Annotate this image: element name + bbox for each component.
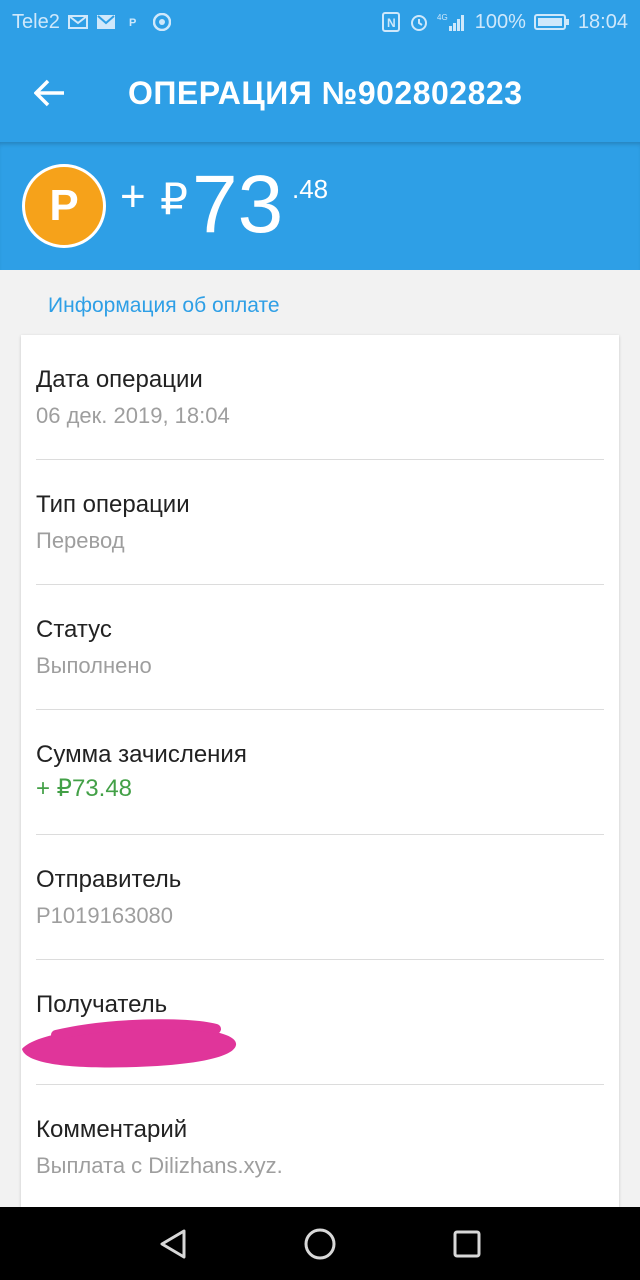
circle-home-icon xyxy=(304,1228,336,1259)
back-button[interactable] xyxy=(20,63,80,123)
svg-text:4G: 4G xyxy=(437,13,448,22)
svg-text:P: P xyxy=(129,17,136,29)
detail-row-sender: Отправитель P1019163080 xyxy=(36,835,604,960)
detail-row-comment: Комментарий Выплата с Dilizhans.xyz. xyxy=(36,1085,604,1210)
battery-icon xyxy=(533,14,570,30)
nav-home-button[interactable] xyxy=(290,1214,350,1274)
detail-row-type: Тип операции Перевод xyxy=(36,460,604,585)
triangle-back-icon xyxy=(160,1229,186,1258)
row-value: Перевод xyxy=(36,528,125,553)
detail-row-status: Статус Выполнено xyxy=(36,585,604,710)
svg-text:N: N xyxy=(387,16,396,30)
navigation-bar xyxy=(0,1207,640,1280)
detail-row-amount: Сумма зачисления + ₽73.48 xyxy=(36,710,604,835)
square-recents-icon xyxy=(453,1230,481,1257)
row-label: Статус xyxy=(36,616,112,643)
row-label: Сумма зачисления xyxy=(36,741,247,768)
battery-percent: 100% xyxy=(474,10,526,33)
payeer-icon: P xyxy=(124,14,144,30)
page-title: ОПЕРАЦИЯ №902802823 xyxy=(128,74,523,111)
amount-value: 73 xyxy=(192,159,284,250)
signal-icon: 4G xyxy=(437,13,467,31)
amount-header: Р + ₽ 73 .48 xyxy=(0,142,640,270)
coin-letter: Р xyxy=(49,181,79,230)
amount-currency: ₽ xyxy=(160,175,188,224)
nav-back-button[interactable] xyxy=(143,1214,203,1274)
clock: 18:04 xyxy=(577,10,628,33)
details-card: Дата операции 06 дек. 2019, 18:04 Тип оп… xyxy=(21,335,619,1207)
mail-icon xyxy=(67,14,88,30)
detail-row-recipient: Получатель xyxy=(22,960,604,1085)
nfc-icon: N xyxy=(381,12,401,32)
amount-cents: .48 xyxy=(292,174,329,204)
ruble-coin-icon: Р xyxy=(22,164,106,248)
row-value: Выплата с Dilizhans.xyz. xyxy=(36,1153,283,1178)
arrow-left-icon xyxy=(34,79,64,107)
status-bar: Tele2 P N 4G 100% 18:04 xyxy=(0,0,640,44)
chrome-icon xyxy=(152,13,172,31)
carrier-label: Tele2 xyxy=(12,10,60,33)
row-value: P1019163080 xyxy=(36,903,174,928)
nav-recents-button[interactable] xyxy=(437,1214,497,1274)
row-label: Тип операции xyxy=(36,491,190,518)
section-title: Информация об оплате xyxy=(48,294,280,317)
detail-row-date: Дата операции 06 дек. 2019, 18:04 xyxy=(36,335,604,460)
amount-sign: + xyxy=(120,172,146,221)
redaction-scribble xyxy=(22,1019,237,1068)
row-label: Дата операции xyxy=(36,366,203,393)
row-value: Выполнено xyxy=(36,653,152,678)
row-label: Отправитель xyxy=(36,866,182,893)
gmail-icon xyxy=(96,14,116,30)
app-bar: ОПЕРАЦИЯ №902802823 xyxy=(0,44,640,142)
row-value-amount: + ₽73.48 xyxy=(36,775,133,802)
row-label: Комментарий xyxy=(36,1116,188,1143)
alarm-icon xyxy=(409,14,429,31)
row-value: 06 дек. 2019, 18:04 xyxy=(36,403,230,428)
